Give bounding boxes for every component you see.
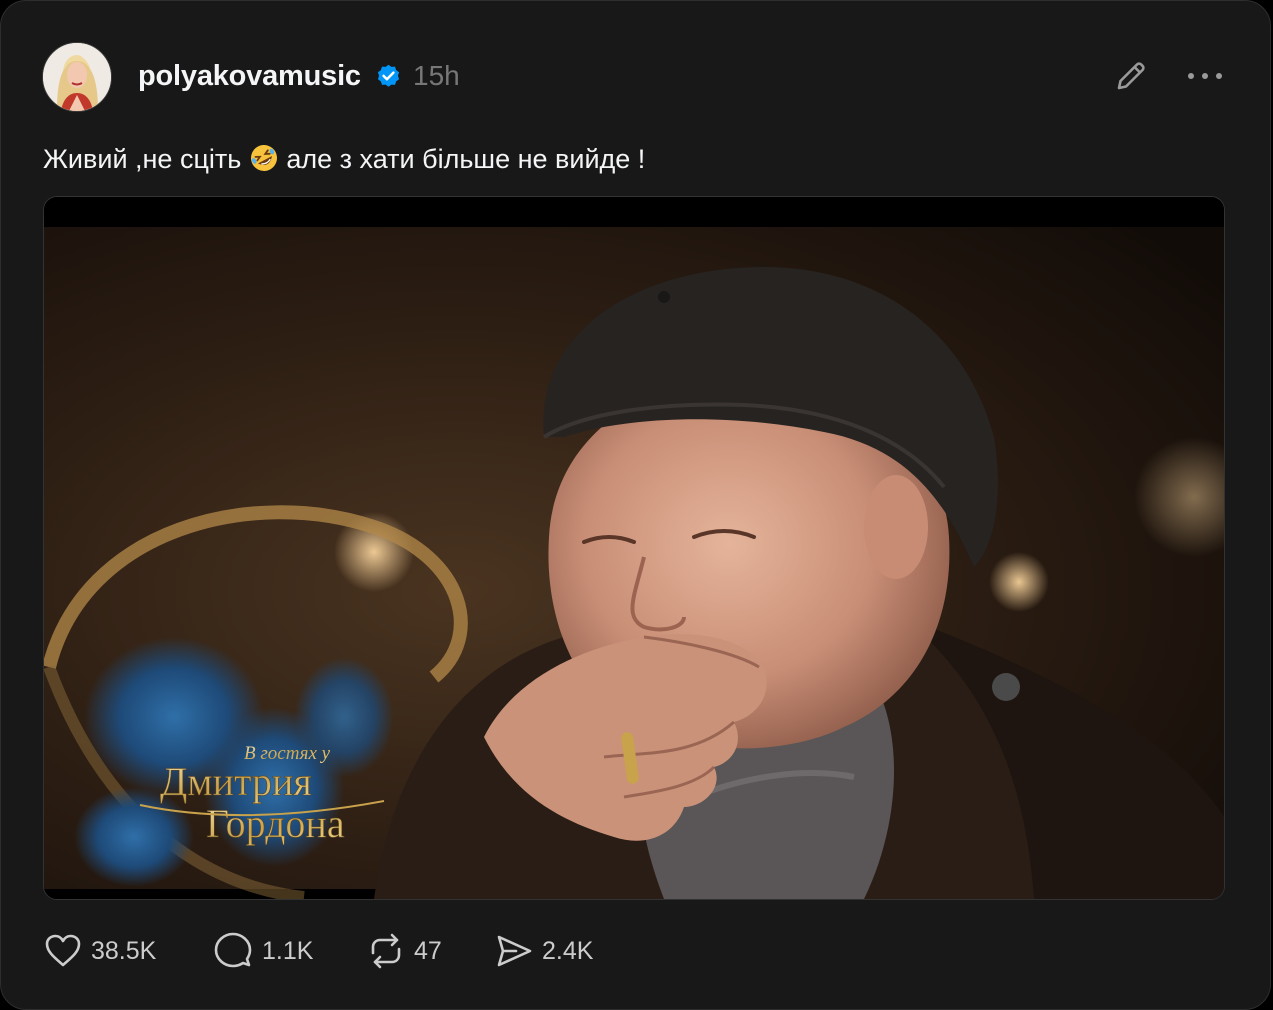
repost-button[interactable]: 47 (366, 927, 442, 975)
shares-count: 2.4K (542, 937, 594, 965)
replies-count: 1.1K (262, 937, 314, 965)
avatar-image (43, 43, 111, 111)
pencil-icon (1117, 62, 1145, 90)
username[interactable]: polyakovamusic (138, 59, 361, 93)
reply-button[interactable]: 1.1K (212, 927, 313, 975)
likes-count: 38.5K (91, 937, 157, 965)
post-text: Живий ,не сціть але з хати більше не вий… (43, 142, 645, 176)
edit-button[interactable] (1111, 56, 1151, 96)
like-button[interactable]: 38.5K (43, 927, 156, 975)
overlay-line-2: Гордона (206, 801, 345, 846)
post-text-part-1: Живий ,не сціть (43, 144, 242, 174)
repost-icon (371, 933, 401, 969)
reposts-count: 47 (414, 937, 442, 965)
post-text-part-2: але з хати більше не вийде ! (286, 144, 646, 174)
more-icon (1188, 73, 1222, 79)
video-media[interactable]: В гостях у Дмитрия Гордона (43, 196, 1225, 900)
avatar[interactable] (42, 42, 112, 112)
share-icon (497, 935, 532, 967)
post-actions: 38.5K 1.1K 47 2.4K (43, 927, 743, 975)
more-button[interactable] (1184, 61, 1226, 91)
share-button[interactable]: 2.4K (494, 927, 593, 975)
heart-icon (45, 934, 81, 967)
verified-badge-icon (377, 64, 400, 87)
rolling-on-floor-laughing-emoji-icon (250, 145, 277, 171)
timestamp[interactable]: 15h (413, 59, 460, 93)
overlay-line-1: Дмитрия (160, 759, 312, 804)
video-frame: В гостях у Дмитрия Гордона (44, 197, 1224, 899)
comment-icon (214, 932, 252, 968)
post-card: polyakovamusic 15h Живий ,не сціть але з… (0, 0, 1271, 1010)
